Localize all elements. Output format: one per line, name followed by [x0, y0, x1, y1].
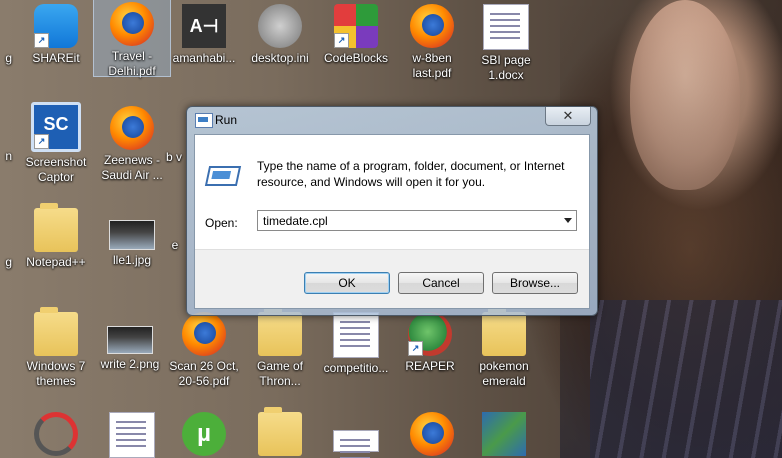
desktop-icon-shareit[interactable]: ↗ SHAREit — [18, 2, 94, 66]
word-doc-icon — [109, 412, 155, 458]
browse-button[interactable]: Browse... — [492, 272, 578, 294]
app-icon — [34, 412, 78, 456]
run-dialog-footer: OK Cancel Browse... — [195, 249, 589, 308]
folder-icon — [34, 307, 78, 356]
shortcut-arrow-icon: ↗ — [34, 134, 49, 149]
shortcut-arrow-icon: ↗ — [408, 341, 423, 356]
desktop-icon-partial[interactable]: µ — [166, 410, 242, 458]
desktop-icon-codeblocks[interactable]: ↗ CodeBlocks — [318, 2, 394, 66]
image-file-icon — [109, 220, 155, 250]
desktop-icon-travel-delhi[interactable]: Travel - Delhi.pdf — [93, 0, 171, 78]
desktop-icon-partial[interactable] — [466, 410, 542, 458]
shortcut-arrow-icon: ↗ — [334, 33, 349, 48]
open-combobox[interactable]: timedate.cpl — [257, 210, 577, 231]
desktop-icon-game-of-thrones[interactable]: Game of Thron... — [242, 307, 318, 389]
run-dialog-titlebar[interactable]: Run ✕ — [187, 107, 597, 133]
firefox-pdf-icon — [110, 2, 154, 46]
open-label: Open: — [205, 216, 238, 230]
desktop-icon-scan-26-oct[interactable]: Scan 26 Oct, 20-56.pdf — [166, 310, 242, 389]
run-dialog-title: Run — [215, 113, 238, 127]
ok-button[interactable]: OK — [304, 272, 390, 294]
desktop-icon-write2[interactable]: write 2.png — [92, 310, 168, 372]
run-program-icon — [204, 162, 242, 186]
utorrent-icon: µ — [182, 412, 226, 456]
shortcut-arrow-icon: ↗ — [34, 33, 49, 48]
desktop-icon-partial[interactable] — [94, 410, 170, 458]
image-file-icon — [333, 430, 379, 452]
desktop-icon-zeenews[interactable]: Zeenews - Saudi Air ... — [94, 104, 170, 183]
firefox-pdf-icon — [410, 4, 454, 48]
screenshot-captor-icon: SC ↗ — [31, 102, 81, 152]
firefox-pdf-icon — [410, 412, 454, 456]
desktop-icon[interactable]: g — [0, 206, 14, 270]
open-input[interactable]: timedate.cpl — [263, 214, 328, 228]
desktop-icon-competition[interactable]: competitio... — [318, 310, 394, 376]
reaper-icon: ↗ — [408, 312, 452, 356]
shareit-icon: ↗ — [34, 4, 78, 48]
desktop-icon-partial[interactable] — [242, 407, 318, 458]
folder-icon — [258, 307, 302, 356]
dropdown-arrow-icon[interactable] — [564, 218, 572, 223]
desktop-icon[interactable]: n — [0, 100, 14, 164]
desktop-icon-partial[interactable] — [394, 410, 470, 458]
folder-icon — [34, 203, 78, 252]
cancel-button[interactable]: Cancel — [398, 272, 484, 294]
desktop-icon[interactable]: b v — [142, 150, 182, 165]
run-dialog-body: Type the name of a program, folder, docu… — [194, 134, 590, 309]
ah-app-icon: A⊣ — [182, 4, 226, 48]
folder-icon — [482, 307, 526, 356]
wallpaper-stripes — [590, 300, 782, 458]
desktop-icon-partial[interactable] — [18, 410, 94, 458]
close-icon: ✕ — [562, 108, 574, 123]
run-dialog: Run ✕ Type the name of a program, folder… — [186, 106, 598, 316]
desktop-icon-notepadpp[interactable]: Notepad++ — [18, 203, 94, 270]
desktop-icon-windows7-themes[interactable]: Windows 7 themes — [18, 307, 94, 389]
codeblocks-icon: ↗ — [334, 4, 378, 48]
desktop-icon-w8ben[interactable]: w-8ben last.pdf — [394, 2, 470, 81]
run-app-icon — [195, 113, 213, 128]
desktop-icon-pokemon-emerald[interactable]: pokemon emerald — [466, 307, 542, 389]
desktop-icon-lle1[interactable]: lle1.jpg — [94, 206, 170, 268]
firefox-pdf-icon — [110, 106, 154, 150]
image-file-icon — [333, 312, 379, 358]
image-file-icon — [107, 326, 153, 354]
word-doc-icon — [483, 4, 529, 50]
folder-icon — [258, 407, 302, 456]
settings-file-icon — [258, 4, 302, 48]
desktop-icon-amanhabi[interactable]: A⊣ amanhabi... — [166, 2, 242, 66]
map-image-icon — [482, 412, 526, 456]
run-description: Type the name of a program, folder, docu… — [257, 159, 565, 189]
desktop-icon-sbi-page[interactable]: SBI page 1.docx — [468, 2, 544, 83]
desktop-icon-screenshot-captor[interactable]: SC ↗ Screenshot Captor — [18, 100, 94, 185]
desktop-icon-partial[interactable] — [318, 410, 394, 455]
desktop-icon-desktop-ini[interactable]: desktop.ini — [242, 2, 318, 66]
desktop-icon[interactable]: g — [0, 2, 14, 66]
close-button[interactable]: ✕ — [545, 107, 591, 126]
firefox-pdf-icon — [182, 312, 226, 356]
desktop-icon-reaper[interactable]: ↗ REAPER — [392, 310, 468, 374]
